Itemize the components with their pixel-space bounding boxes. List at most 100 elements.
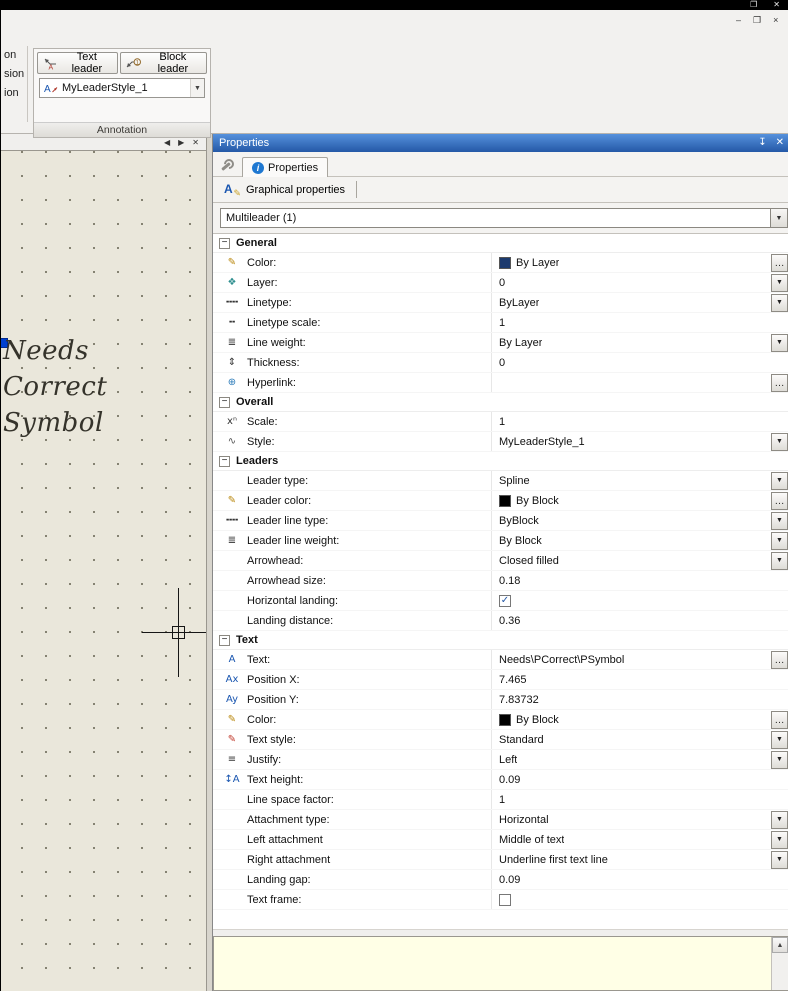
property-label: Style:	[247, 435, 275, 448]
pin-icon[interactable]: ↧	[758, 134, 766, 152]
property-value[interactable]: Middle of text	[491, 830, 771, 849]
property-value[interactable]	[491, 890, 771, 909]
tab-properties[interactable]: i Properties	[242, 157, 329, 177]
selection-combo[interactable]: Multileader (1) ▼	[220, 208, 788, 228]
property-control: ▼	[771, 333, 788, 352]
property-value[interactable]: Horizontal	[491, 810, 771, 829]
dropdown-button[interactable]: ▼	[771, 293, 788, 312]
dropdown-button[interactable]: ▼	[771, 810, 788, 829]
property-row: ≣ Line weight: By Layer ▼	[213, 333, 788, 353]
tab-scroll-left-icon[interactable]: ◀	[164, 138, 170, 147]
mtext-line: Needs	[3, 336, 90, 366]
collapse-icon[interactable]: −	[219, 396, 230, 408]
text-leader-button[interactable]: A Text leader	[37, 51, 118, 75]
block-leader-button[interactable]: 1 Block leader	[119, 51, 207, 75]
property-value[interactable]: By Layer	[491, 253, 771, 272]
property-control: ▼	[771, 273, 788, 292]
doc-restore-icon[interactable]: ❐	[753, 15, 761, 26]
close-icon[interactable]: ✕	[773, 0, 780, 10]
section-header-text[interactable]: − Text	[213, 631, 788, 650]
property-label: Line weight:	[247, 336, 306, 349]
dropdown-button[interactable]: ▼	[771, 471, 788, 490]
property-value[interactable]: 0.36	[491, 611, 771, 630]
maximize-icon[interactable]: ❐	[750, 0, 757, 10]
leader-style-combo[interactable]: A MyLeaderStyle_1 ▼	[39, 78, 205, 98]
dropdown-button[interactable]: ▼	[771, 273, 788, 292]
dropdown-button[interactable]: ▼	[771, 750, 788, 769]
property-value[interactable]: 0	[491, 353, 771, 372]
dropdown-button[interactable]: ▼	[771, 830, 788, 849]
section-header-leaders[interactable]: − Leaders	[213, 452, 788, 471]
property-value[interactable]: 0.09	[491, 770, 771, 789]
property-value[interactable]: Spline	[491, 471, 771, 490]
leader-style-value: MyLeaderStyle_1	[62, 82, 148, 94]
ellipsis-button[interactable]: …	[771, 491, 788, 510]
graphical-properties-button[interactable]: A ✎ Graphical properties	[217, 179, 352, 200]
doc-close-icon[interactable]: ×	[773, 15, 778, 26]
property-value[interactable]: 7.83732	[491, 690, 771, 709]
checkbox[interactable]: ✓	[499, 594, 511, 607]
property-label: Position X:	[247, 673, 300, 686]
value-text: 1	[499, 415, 506, 428]
property-row: ≣ Leader line weight: By Block ▼	[213, 531, 788, 551]
dropdown-button[interactable]: ▼	[771, 531, 788, 550]
property-value[interactable]: 0.18	[491, 571, 771, 590]
property-value[interactable]: 0.09	[491, 870, 771, 889]
checkbox[interactable]	[499, 893, 511, 906]
property-value[interactable]: Standard	[491, 730, 771, 749]
multileader-text[interactable]: Needs Correct Symbol	[3, 333, 107, 441]
description-splitter[interactable]	[213, 929, 788, 936]
description-scrollbar[interactable]: ▲	[771, 937, 788, 990]
property-value[interactable]: MyLeaderStyle_1	[491, 432, 771, 451]
dropdown-button[interactable]: ▼	[771, 850, 788, 869]
collapse-icon[interactable]: −	[219, 237, 230, 249]
panel-close-icon[interactable]: ✕	[776, 134, 784, 152]
dropdown-button[interactable]: ▼	[771, 551, 788, 570]
ellipsis-button[interactable]: …	[771, 710, 788, 729]
property-value[interactable]: By Layer	[491, 333, 771, 352]
property-value[interactable]: 1	[491, 790, 771, 809]
collapse-icon[interactable]: −	[219, 634, 230, 646]
section-header-overall[interactable]: − Overall	[213, 393, 788, 412]
property-value[interactable]: By Block	[491, 531, 771, 550]
panel-title-annotation: Annotation	[34, 122, 210, 137]
dropdown-button[interactable]: ▼	[771, 432, 788, 451]
property-value[interactable]: 7.465	[491, 670, 771, 689]
value-text: 0.09	[499, 773, 521, 786]
property-value[interactable]: Left	[491, 750, 771, 769]
chevron-down-icon[interactable]: ▼	[770, 209, 787, 227]
scroll-up-icon[interactable]: ▲	[772, 937, 788, 953]
property-row: Text frame:	[213, 890, 788, 910]
property-control: ▼	[771, 730, 788, 749]
dropdown-button[interactable]: ▼	[771, 511, 788, 530]
property-value[interactable]: ByBlock	[491, 511, 771, 530]
properties-panel-header[interactable]: Properties ↧ ✕	[213, 134, 788, 152]
tab-scroll-right-icon[interactable]: ▶	[178, 138, 184, 147]
property-value[interactable]: By Block	[491, 710, 771, 729]
property-row: ❖ Layer: 0 ▼	[213, 273, 788, 293]
block-leader-label: Block leader	[157, 51, 189, 75]
ellipsis-button[interactable]: …	[771, 373, 788, 392]
ellipsis-button[interactable]: …	[771, 650, 788, 669]
property-value[interactable]: Underline first text line	[491, 850, 771, 869]
tab-close-icon[interactable]: ✕	[192, 138, 199, 147]
main-area: ◀ ▶ ✕ Needs Correct Symbol Properties ↧ …	[1, 134, 788, 991]
property-value[interactable]: Needs\PCorrect\PSymbol	[491, 650, 771, 669]
property-value[interactable]: 0	[491, 273, 771, 292]
dropdown-button[interactable]: ▼	[771, 333, 788, 352]
drawing-canvas[interactable]: Needs Correct Symbol	[1, 151, 206, 991]
toolbar-separator	[356, 181, 358, 198]
chevron-down-icon[interactable]: ▼	[190, 79, 204, 97]
property-value[interactable]	[491, 373, 771, 392]
section-header-general[interactable]: − General	[213, 234, 788, 253]
property-value[interactable]: By Block	[491, 491, 771, 510]
property-value[interactable]: ByLayer	[491, 293, 771, 312]
property-value[interactable]: 1	[491, 412, 771, 431]
collapse-icon[interactable]: −	[219, 455, 230, 467]
doc-minimize-icon[interactable]: –	[736, 15, 741, 26]
ellipsis-button[interactable]: …	[771, 253, 788, 272]
property-value[interactable]: 1	[491, 313, 771, 332]
dropdown-button[interactable]: ▼	[771, 730, 788, 749]
property-value[interactable]: ✓	[491, 591, 771, 610]
property-value[interactable]: Closed filled	[491, 551, 771, 570]
